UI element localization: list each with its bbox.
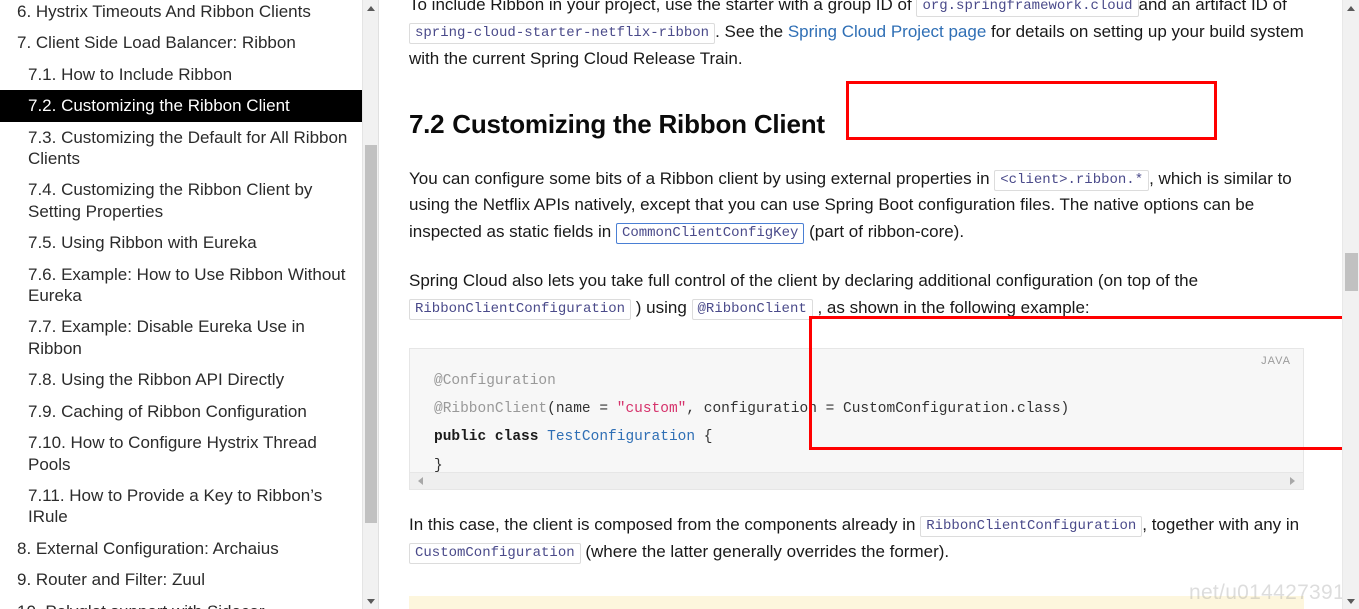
sidebar-item-3[interactable]: 7.2. Customizing the Ribbon Client [0,90,366,122]
code-token: @Configuration [434,372,556,389]
group-id-code: org.springframework.cloud [916,0,1139,17]
toc-list: 6. Hystrix Timeouts And Ribbon Clients 7.… [0,0,372,609]
code-token: "custom" [616,401,687,418]
page-scroll-down-arrow-icon[interactable] [1343,593,1359,609]
para3-b: , together with any in [1142,514,1300,534]
sidebar-item-label: 6. Hystrix Timeouts And Ribbon Clients [17,2,311,21]
ribbon-client-configuration-code: RibbonClientConfiguration [409,299,632,321]
sidebar-item-7[interactable]: 7.6. Example: How to Use Ribbon Without … [0,259,366,312]
client-ribbon-property-code: <client>.ribbon.* [994,169,1150,191]
sidebar-item-0[interactable]: 6. Hystrix Timeouts And Ribbon Clients [0,0,366,27]
sidebar-item-10[interactable]: 7.9. Caching of Ribbon Configuration [0,396,366,427]
sidebar-item-label: 7.3. Customizing the Default for All Rib… [28,127,348,169]
sidebar-item-label: 7.11. How to Provide a Key to Ribbon’s I… [28,485,323,527]
code-token: @RibbonClient [434,401,548,418]
code-line: public class TestConfiguration { [434,423,1303,451]
common-client-config-key-code[interactable]: CommonClientConfigKey [615,223,805,245]
code-language-label: JAVA [1261,354,1291,367]
sidebar-item-2[interactable]: 7.1. How to Include Ribbon [0,59,366,90]
composition-paragraph: In this case, the client is composed fro… [409,512,1309,566]
code-token: , configuration = CustomConfiguration.cl… [686,401,1070,418]
page-title: Customizing the Ribbon Client [452,108,825,139]
sidebar-item-label: 7.10. How to Configure Hystrix Thread Po… [28,433,317,474]
sidebar-item-11[interactable]: 7.10. How to Configure Hystrix Thread Po… [0,427,366,480]
sidebar-item-label: 7.6. Example: How to Use Ribbon Without … [28,264,346,306]
sidebar-item-1[interactable]: 7. Client Side Load Balancer: Ribbon [0,27,366,58]
sidebar-item-label: 8. External Configuration: Archaius [17,538,279,558]
sidebar-item-label: 7.4. Customizing the Ribbon Client by Se… [28,180,313,221]
full-control-paragraph: Spring Cloud also lets you take full con… [409,268,1309,322]
para3-c: (where the latter generally overrides th… [580,541,950,561]
sidebar-scrollbar[interactable] [362,0,378,609]
intro-part1-text: . See the [715,21,788,41]
para3-a: In this case, the client is composed fro… [409,514,921,534]
content-pane: To include Ribbon in your project, use t… [379,0,1359,609]
sidebar-item-label: 7.5. Using Ribbon with Eureka [28,233,257,253]
sidebar-item-15[interactable]: 10. Polyglot support with Sidecar [0,596,366,609]
para2-a: Spring Cloud also lets you take full con… [409,271,1199,291]
custom-configuration-code: CustomConfiguration [409,542,581,564]
intro-paragraph: To include Ribbon in your project, use t… [409,0,1309,73]
code-scroll-right-arrow-icon[interactable] [1284,473,1301,489]
para1-a: You can configure some bits of a Ribbon … [409,168,995,188]
para2-b: ) using [631,298,692,318]
sidebar-item-label: 7. Client Side Load Balancer: Ribbon [17,33,296,53]
section-number: 7.2 [409,108,445,139]
table-of-contents-pane: 6. Hystrix Timeouts And Ribbon Clients 7.… [0,0,378,609]
sidebar-item-9[interactable]: 7.8. Using the Ribbon API Directly [0,364,366,395]
artifact-id-code: spring-cloud-starter-netflix-ribbon [409,22,716,44]
sidebar-item-label: 7.9. Caching of Ribbon Configuration [28,401,307,421]
code-line: @Configuration [434,367,1303,395]
configure-paragraph: You can configure some bits of a Ribbon … [409,166,1309,247]
page-scrollbar-thumb[interactable] [1345,253,1358,291]
para1-c: (part of ribbon-core). [804,222,965,242]
code-token: public class [434,429,548,446]
spring-cloud-project-page-link[interactable]: Spring Cloud Project page [788,22,986,41]
sidebar-scroll-up-arrow-icon[interactable] [363,0,378,16]
sidebar-item-13[interactable]: 8. External Configuration: Archaius [0,533,366,564]
intro-lead-text: To include Ribbon in your project, use t… [409,0,912,14]
documentation-page: 6. Hystrix Timeouts And Ribbon Clients 7.… [0,0,1359,609]
sidebar-item-14[interactable]: 9. Router and Filter: Zuul [0,564,366,595]
warning-admonition: ⚠ The CustomConfiguration class must be … [409,595,1304,609]
sidebar-item-label: 7.2. Customizing the Ribbon Client [28,96,290,116]
para2-c: , as shown in the following example: [812,298,1090,318]
sidebar-item-label: 9. Router and Filter: Zuul [17,570,206,590]
code-line: @RibbonClient(name = "custom", configura… [434,395,1303,423]
intro-mid-text: and an artifact ID of [1138,0,1287,14]
ribbon-client-configuration-code-2: RibbonClientConfiguration [920,515,1143,537]
sidebar-scrollbar-thumb[interactable] [365,145,377,523]
code-token: { [695,429,713,446]
code-token: TestConfiguration [547,429,696,446]
code-source: @Configuration @RibbonClient(name = "cust… [410,349,1303,489]
content-inner: To include Ribbon in your project, use t… [379,0,1359,609]
sidebar-item-label: 7.8. Using the Ribbon API Directly [28,370,285,390]
page-scrollbar[interactable] [1342,0,1359,609]
sidebar-item-label: 7.7. Example: Disable Eureka Use in Ribb… [28,317,305,358]
sidebar-item-12[interactable]: 7.11. How to Provide a Key to Ribbon’s I… [0,480,366,533]
code-token: (name = [547,401,617,418]
sidebar-item-5[interactable]: 7.4. Customizing the Ribbon Client by Se… [0,174,366,227]
sidebar-item-8[interactable]: 7.7. Example: Disable Eureka Use in Ribb… [0,311,366,364]
ribbon-client-annotation-code: @RibbonClient [691,299,813,321]
page-scroll-up-arrow-icon[interactable] [1343,0,1359,16]
java-code-block[interactable]: JAVA @Configuration @RibbonClient(name = … [409,347,1304,490]
code-scroll-left-arrow-icon[interactable] [412,473,429,489]
code-horizontal-scrollbar[interactable] [410,471,1303,489]
sidebar-item-4[interactable]: 7.3. Customizing the Default for All Rib… [0,122,366,175]
sidebar-item-label: 10. Polyglot support with Sidecar [17,602,265,609]
section-heading: 7.2 Customizing the Ribbon Client [409,109,1359,140]
sidebar-item-label: 7.1. How to Include Ribbon [28,64,233,84]
sidebar-scroll-down-arrow-icon[interactable] [363,593,378,609]
sidebar-item-6[interactable]: 7.5. Using Ribbon with Eureka [0,227,366,258]
